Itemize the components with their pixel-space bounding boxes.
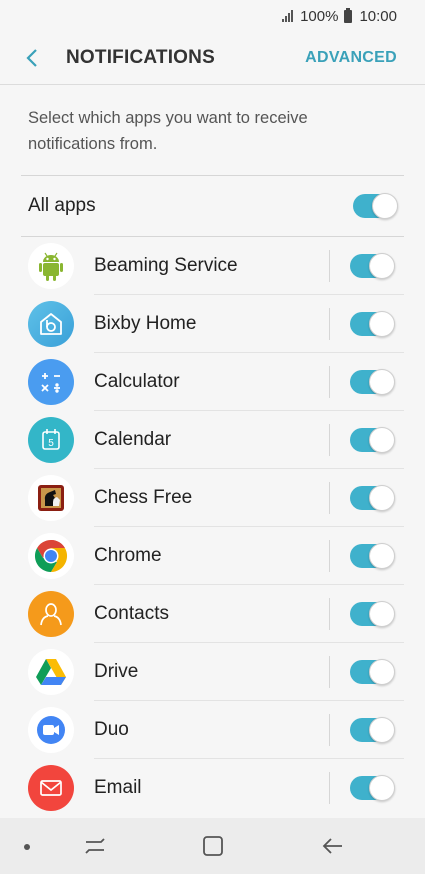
list-item[interactable]: Bixby Home (0, 295, 425, 353)
page-title: NOTIFICATIONS (66, 47, 215, 68)
app-label: Contacts (94, 603, 169, 624)
app-label: Duo (94, 719, 129, 740)
duo-icon (28, 707, 74, 753)
app-toggle[interactable] (350, 659, 395, 685)
calendar-icon: 5 (28, 417, 74, 463)
chess-icon (28, 475, 74, 521)
drive-icon (28, 649, 74, 695)
app-label: Chess Free (94, 487, 193, 508)
app-toggle[interactable] (350, 601, 395, 627)
list-item[interactable]: Calculator (0, 353, 425, 411)
divider (329, 482, 330, 514)
nav-dot-indicator[interactable] (24, 844, 30, 850)
description-text: Select which apps you want to receive no… (28, 109, 308, 153)
email-icon (28, 765, 74, 811)
app-header: NOTIFICATIONS ADVANCED (0, 32, 425, 84)
svg-text:5: 5 (48, 438, 54, 449)
chrome-icon (28, 533, 74, 579)
app-toggle[interactable] (350, 485, 395, 511)
divider (329, 714, 330, 746)
divider (329, 424, 330, 456)
app-label: Email (94, 777, 142, 798)
app-toggle[interactable] (350, 717, 395, 743)
divider (329, 250, 330, 282)
calculator-icon (28, 359, 74, 405)
navigation-bar (0, 818, 425, 874)
app-toggle[interactable] (350, 311, 395, 337)
back-button[interactable] (22, 48, 42, 68)
divider (329, 540, 330, 572)
signal-icon (282, 10, 294, 22)
all-apps-label: All apps (28, 195, 96, 216)
list-item[interactable]: Chess Free (0, 469, 425, 527)
app-toggle[interactable] (350, 427, 395, 453)
battery-percent: 100% (300, 7, 339, 25)
contacts-icon (28, 591, 74, 637)
divider (329, 656, 330, 688)
list-item[interactable]: Email (0, 759, 425, 817)
app-toggle[interactable] (350, 369, 395, 395)
list-item[interactable]: Drive (0, 643, 425, 701)
app-label: Calculator (94, 371, 180, 392)
app-toggle[interactable] (350, 253, 395, 279)
advanced-button[interactable]: ADVANCED (305, 49, 397, 67)
all-apps-row[interactable]: All apps (21, 175, 404, 237)
home-icon[interactable] (201, 834, 225, 858)
app-label: Drive (94, 661, 139, 682)
app-label: Beaming Service (94, 255, 238, 276)
divider (329, 366, 330, 398)
app-label: Bixby Home (94, 313, 197, 334)
divider (329, 772, 330, 804)
bixby-home-icon (28, 301, 74, 347)
battery-icon (344, 7, 353, 23)
clock: 10:00 (359, 7, 397, 25)
chevron-left-icon (26, 49, 37, 67)
back-arrow-icon[interactable] (320, 834, 346, 858)
recent-apps-icon[interactable] (82, 834, 108, 858)
list-item[interactable]: 5 Calendar (0, 411, 425, 469)
list-item[interactable]: Duo (0, 701, 425, 759)
app-label: Calendar (94, 429, 172, 450)
app-list: Beaming Service Bixby Home Calculator 5 … (0, 237, 425, 817)
list-item[interactable]: Beaming Service (0, 237, 425, 295)
list-item[interactable]: Contacts (0, 585, 425, 643)
status-bar: 100% 10:00 (0, 0, 425, 32)
app-toggle[interactable] (350, 543, 395, 569)
app-label: Chrome (94, 545, 162, 566)
app-toggle[interactable] (350, 775, 395, 801)
all-apps-toggle[interactable] (353, 193, 398, 219)
divider (329, 308, 330, 340)
divider (329, 598, 330, 630)
list-item[interactable]: Chrome (0, 527, 425, 585)
android-robot-icon (28, 243, 74, 289)
